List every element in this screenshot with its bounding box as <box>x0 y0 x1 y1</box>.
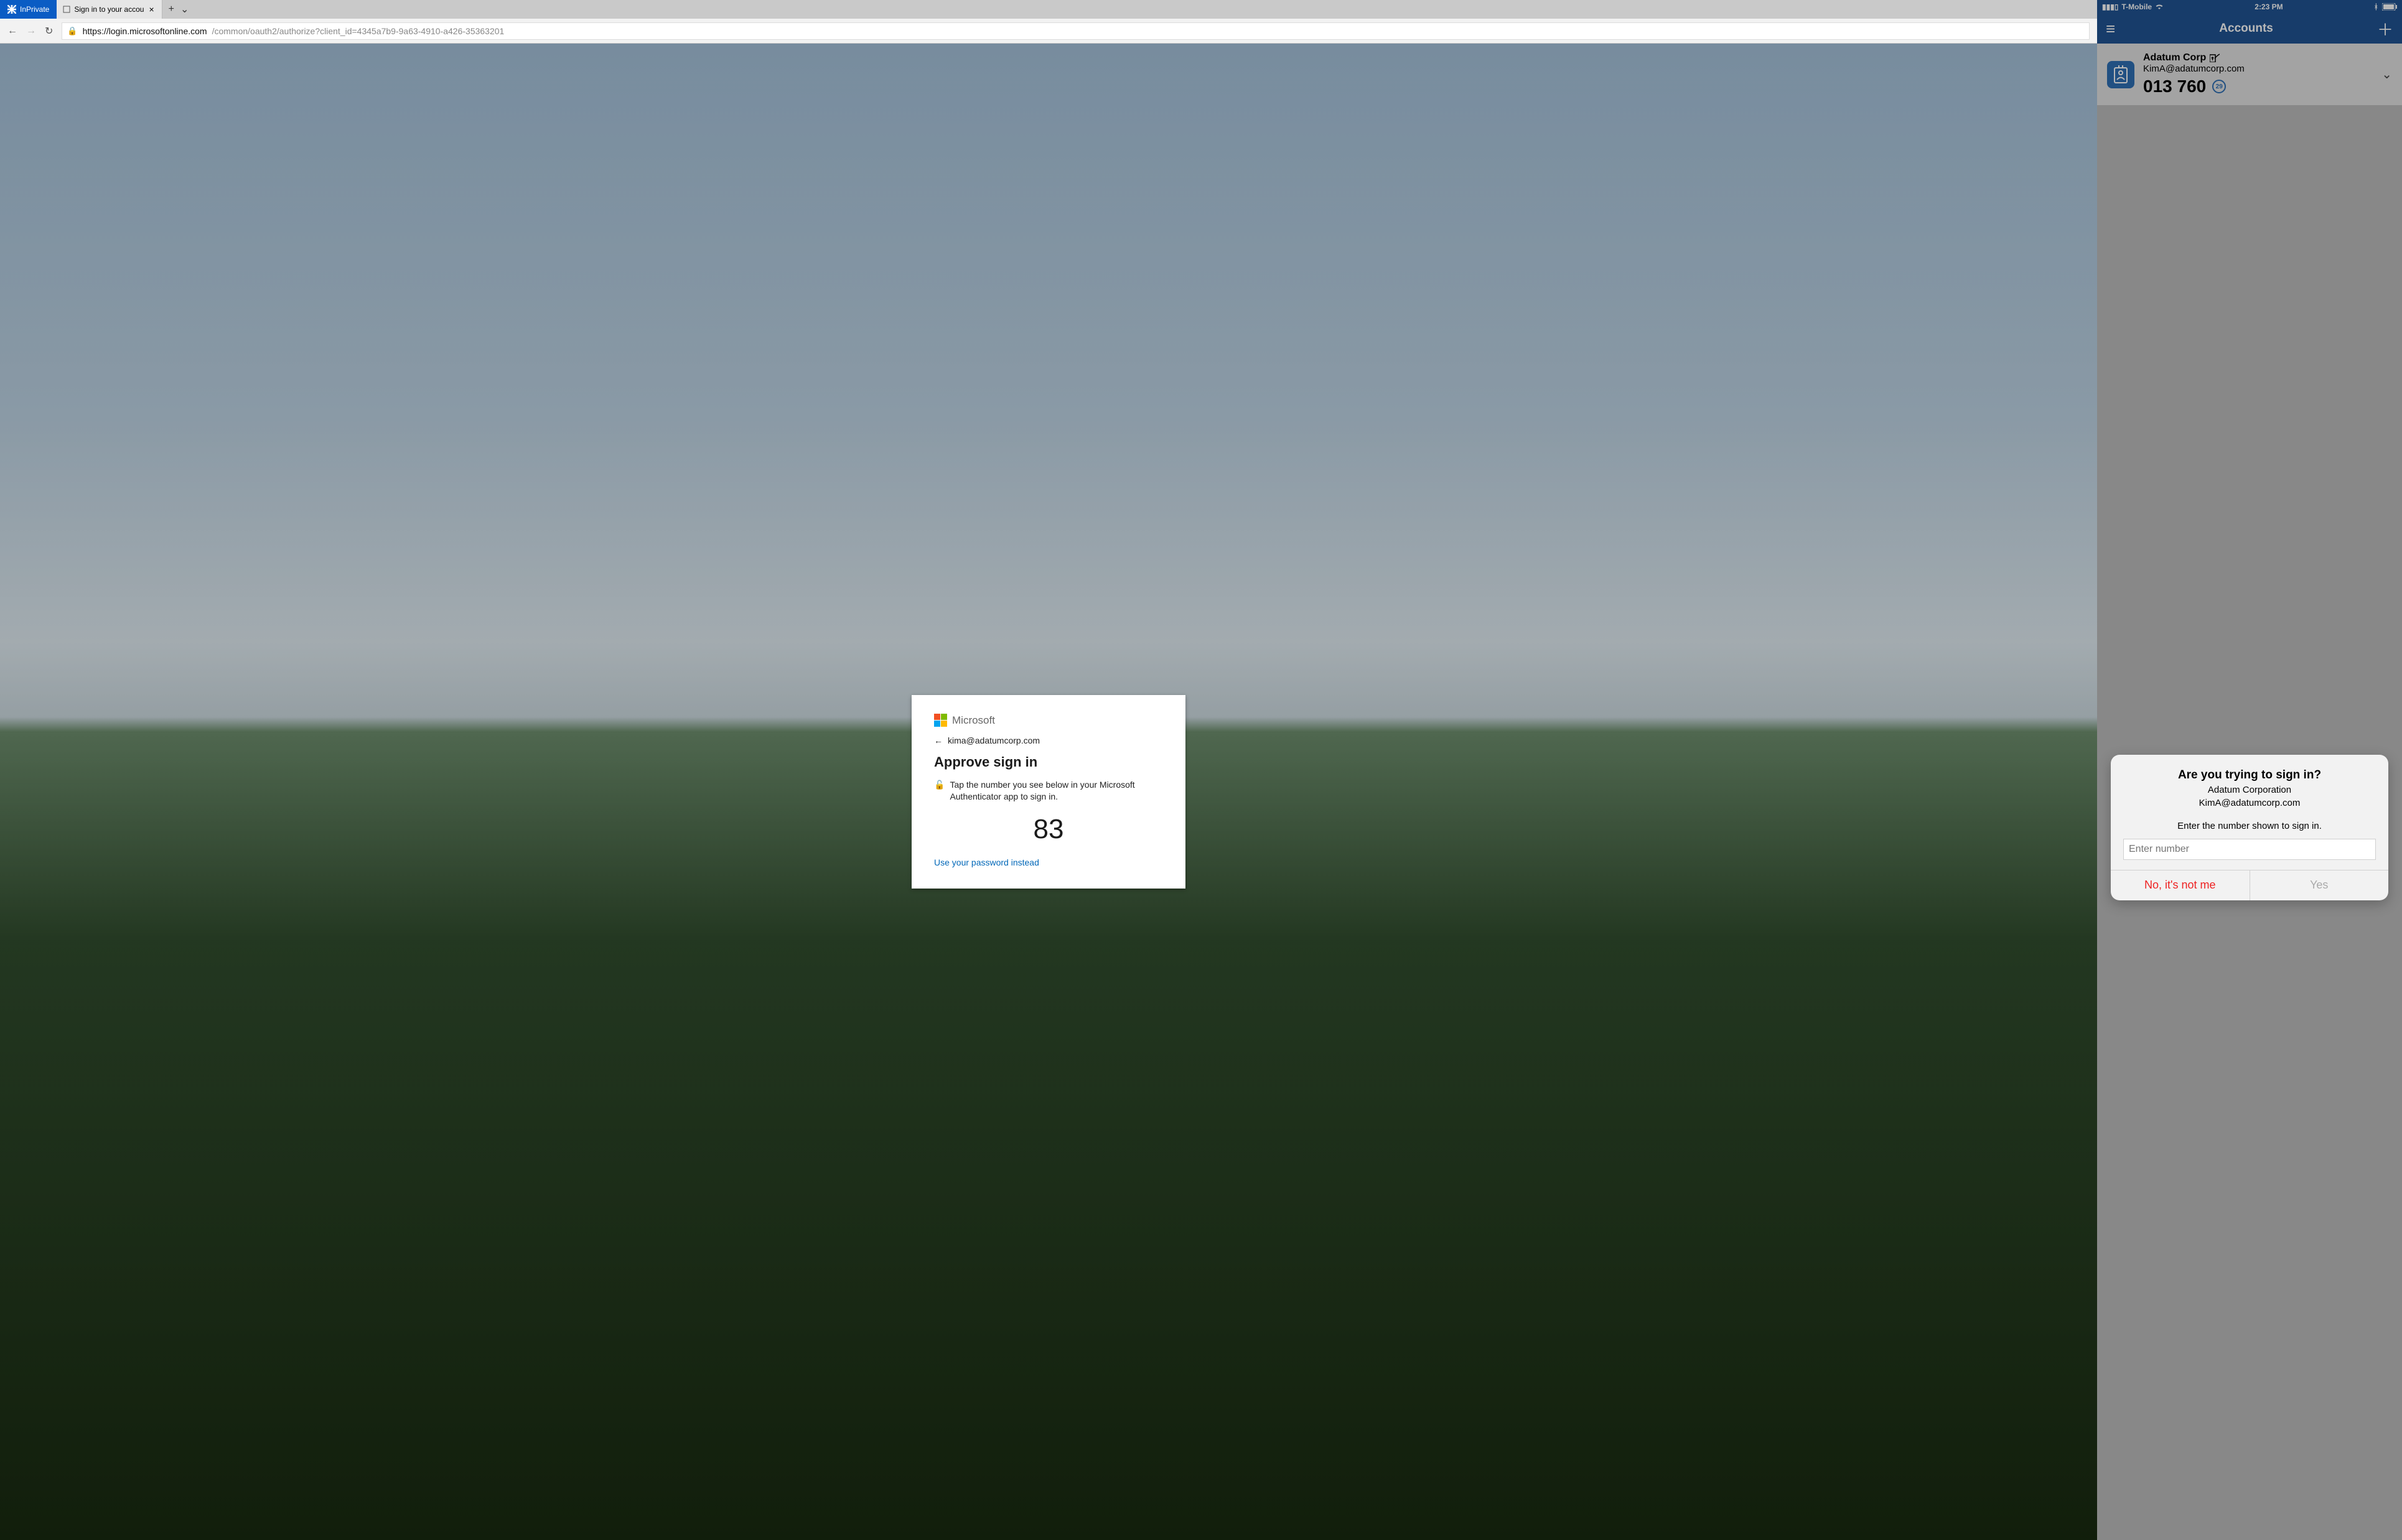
account-row[interactable]: Adatum Corp KimA@adatumcorp.com 013 760 … <box>2097 44 2402 105</box>
microsoft-logo-text: Microsoft <box>952 714 995 727</box>
page-viewport: Microsoft ← kima@adatumcorp.com Approve … <box>0 44 2097 1540</box>
use-password-link[interactable]: Use your password instead <box>934 857 1163 867</box>
inprivate-icon <box>7 5 16 14</box>
navbar-title: Accounts <box>2219 22 2273 35</box>
app-navbar: ≡ Accounts ＋ <box>2097 14 2402 44</box>
tab-actions: + ⌄ <box>162 0 195 19</box>
passwordless-icon <box>2210 54 2220 62</box>
account-name: Adatum Corp <box>2143 52 2206 63</box>
refresh-button[interactable]: ↻ <box>45 25 53 37</box>
microsoft-squares-icon <box>934 714 947 727</box>
instruction-text: Tap the number you see below in your Mic… <box>950 779 1163 803</box>
page-icon <box>63 6 70 13</box>
lock-outline-icon: 🔓 <box>934 779 945 803</box>
alert-email: KimA@adatumcorp.com <box>2111 798 2388 808</box>
microsoft-logo: Microsoft <box>934 714 1163 727</box>
tab-strip: InPrivate Sign in to your accou × + ⌄ <box>0 0 2097 19</box>
otp-timer: 29 <box>2212 80 2226 93</box>
alert-title: Are you trying to sign in? <box>2111 768 2388 782</box>
hamburger-icon[interactable]: ≡ <box>2106 19 2115 39</box>
otp-code: 013 760 <box>2143 77 2206 96</box>
lock-icon: 🔒 <box>67 26 77 36</box>
signin-alert: Are you trying to sign in? Adatum Corpor… <box>2111 755 2388 900</box>
account-email: KimA@adatumcorp.com <box>2143 63 2373 74</box>
url-host: https://login.microsoftonline.com <box>83 26 207 36</box>
new-tab-button[interactable]: + <box>169 4 174 15</box>
inprivate-label: InPrivate <box>20 5 49 14</box>
bluetooth-icon: ᚼ <box>2374 2 2378 11</box>
close-tab-icon[interactable]: × <box>147 4 155 14</box>
wifi-icon <box>2155 4 2164 10</box>
back-arrow-icon[interactable]: ← <box>934 735 943 745</box>
instruction-row: 🔓 Tap the number you see below in your M… <box>934 779 1163 803</box>
identity-row[interactable]: ← kima@adatumcorp.com <box>934 735 1163 745</box>
battery-icon <box>2382 3 2397 11</box>
number-input[interactable] <box>2123 839 2376 860</box>
edge-browser-window: InPrivate Sign in to your accou × + ⌄ ← … <box>0 0 2097 1540</box>
chevron-down-icon[interactable]: ⌄ <box>2381 67 2392 82</box>
alert-message: Enter the number shown to sign in. <box>2111 821 2388 831</box>
address-bar: ← → ↻ 🔒 https://login.microsoftonline.co… <box>0 19 2097 44</box>
clock-label: 2:23 PM <box>2255 2 2283 11</box>
tab-title: Sign in to your accou <box>74 5 144 14</box>
alert-buttons: No, it's not me Yes <box>2111 870 2388 900</box>
ios-status-bar: ▮▮▮▯ T-Mobile 2:23 PM ᚼ <box>2097 0 2402 14</box>
deny-button[interactable]: No, it's not me <box>2111 870 2250 900</box>
carrier-label: T-Mobile <box>2121 2 2152 11</box>
url-path: /common/oauth2/authorize?client_id=4345a… <box>212 26 505 36</box>
back-button[interactable]: ← <box>7 26 17 37</box>
forward-button[interactable]: → <box>26 26 36 37</box>
tab-signin[interactable]: Sign in to your accou × <box>57 0 162 19</box>
account-text: Adatum Corp KimA@adatumcorp.com 013 760 … <box>2143 52 2373 96</box>
alert-org: Adatum Corporation <box>2111 785 2388 795</box>
inprivate-indicator: InPrivate <box>0 0 57 19</box>
challenge-number: 83 <box>934 814 1163 845</box>
approve-button[interactable]: Yes <box>2250 870 2389 900</box>
url-field[interactable]: 🔒 https://login.microsoftonline.com/comm… <box>62 22 2090 40</box>
signin-card: Microsoft ← kima@adatumcorp.com Approve … <box>912 695 1185 889</box>
tab-menu-button[interactable]: ⌄ <box>180 3 189 16</box>
account-badge-icon <box>2107 61 2134 88</box>
signal-icon: ▮▮▮▯ <box>2102 2 2118 11</box>
identity-email: kima@adatumcorp.com <box>948 735 1040 745</box>
add-account-button[interactable]: ＋ <box>2377 17 2393 40</box>
card-title: Approve sign in <box>934 754 1163 770</box>
authenticator-phone: ▮▮▮▯ T-Mobile 2:23 PM ᚼ ≡ Accounts ＋ Ada… <box>2097 0 2402 1540</box>
